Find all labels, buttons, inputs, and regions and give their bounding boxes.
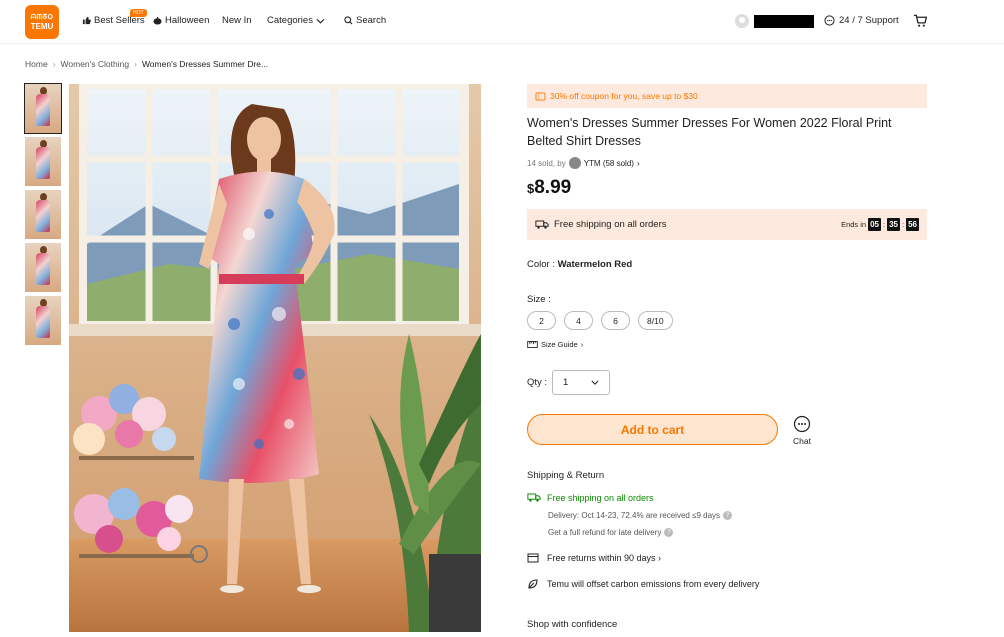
carbon-offset-info: Temu will offset carbon emissions from e…	[527, 578, 759, 590]
logo-text: TEMU	[30, 21, 54, 31]
size-label: Size :	[527, 294, 551, 305]
late-refund-info: Get a full refund for late delivery ?	[548, 528, 674, 537]
product-photo	[69, 84, 481, 632]
size-option-8-10[interactable]: 8/10	[638, 311, 673, 330]
coupon-text: 30% off coupon for you, save up to $30	[550, 91, 698, 101]
thumbnail-3[interactable]	[25, 190, 61, 239]
nav-search[interactable]: Search	[344, 15, 386, 26]
product-title: Women's Dresses Summer Dresses For Women…	[527, 116, 892, 148]
countdown-separator: :	[902, 220, 905, 229]
price-value: 8.99	[534, 177, 572, 198]
countdown-timer: Ends in 05 : 35 : 56	[841, 218, 919, 231]
redacted-username	[754, 15, 814, 28]
support-link[interactable]: 24 / 7 Support	[824, 15, 899, 26]
breadcrumb-current: Women's Dresses Summer Dre...	[141, 59, 269, 69]
chevron-down-icon	[316, 18, 325, 24]
size-options: 2 4 6 8/10	[527, 311, 673, 330]
pumpkin-icon	[153, 16, 162, 25]
breadcrumb: Home › Women's Clothing › Women's Dresse…	[25, 59, 268, 69]
breadcrumb-separator: ›	[134, 59, 137, 69]
nav-label: Search	[356, 15, 387, 26]
nav-label: Halloween	[165, 15, 210, 26]
logo-glyphs: ᗩᗰᘔO	[30, 13, 54, 21]
size-option-6[interactable]: 6	[601, 311, 630, 330]
quantity-select[interactable]: 1	[552, 370, 610, 395]
temu-logo[interactable]: ᗩᗰᘔO TEMU	[25, 5, 59, 39]
color-label: Color :	[527, 259, 558, 270]
thumbs-up-icon	[82, 16, 91, 25]
free-shipping-banner: Free shipping on all orders Ends in 05 :…	[527, 209, 927, 240]
chat-button[interactable]: Chat	[793, 415, 811, 446]
shop-with-confidence-title: Shop with confidence	[527, 619, 618, 630]
truck-icon	[527, 493, 541, 502]
shipping-return-title: Shipping & Return	[527, 470, 605, 481]
countdown-hours: 05	[868, 218, 881, 231]
shipping-banner-text: Free shipping on all orders	[554, 219, 667, 230]
support-label: 24 / 7 Support	[839, 15, 899, 26]
free-returns-link[interactable]: Free returns within 90 days ›	[527, 552, 661, 563]
help-icon[interactable]: ?	[664, 528, 674, 537]
nav-new-in[interactable]: New In	[222, 15, 252, 26]
nav-halloween[interactable]: Halloween	[153, 15, 209, 26]
nav-categories[interactable]: Categories	[267, 15, 325, 26]
color-value: Watermelon Red	[557, 259, 633, 270]
thumbnail-2[interactable]	[25, 137, 61, 186]
breadcrumb-home[interactable]: Home	[25, 59, 48, 69]
thumbnail-1[interactable]	[24, 83, 62, 134]
thumbnail-4[interactable]	[25, 243, 61, 292]
cart-icon[interactable]	[913, 14, 928, 28]
thumbnail-list	[24, 83, 62, 349]
nav-label: Categories	[267, 15, 313, 26]
product-price: $8.99	[527, 177, 571, 199]
chat-bubble-icon	[824, 15, 835, 26]
chevron-down-icon	[591, 380, 599, 385]
coupon-icon	[535, 91, 546, 101]
help-icon[interactable]: ?	[723, 511, 733, 520]
delivery-estimate: Delivery: Oct 14-23, 72.4% are received …	[548, 511, 733, 520]
free-returns-text: Free returns within 90 days ›	[547, 552, 662, 563]
nav-label: New In	[222, 15, 252, 26]
sold-by-line: 14 sold, by YTM (58 sold) ›	[527, 157, 640, 169]
store-chevron-icon: ›	[636, 158, 640, 168]
ends-in-label: Ends in	[841, 220, 867, 229]
sold-count: 14 sold, by	[527, 158, 566, 168]
add-to-cart-button[interactable]: Add to cart	[527, 414, 778, 445]
leaf-icon	[528, 579, 538, 589]
truck-icon	[535, 220, 549, 229]
ruler-icon	[527, 341, 538, 348]
size-guide-link[interactable]: Size Guide ›	[527, 340, 583, 349]
product-main-image[interactable]	[69, 84, 481, 632]
size-guide-label: Size Guide	[541, 340, 578, 349]
countdown-seconds: 56	[906, 218, 919, 231]
color-selection: Color : Watermelon Red	[527, 259, 632, 270]
qty-label: Qty :	[527, 377, 548, 388]
breadcrumb-separator: ›	[52, 59, 56, 69]
avatar[interactable]	[735, 14, 749, 28]
chat-bubble-icon	[793, 415, 811, 433]
delivery-text: Delivery: Oct 14-23, 72.4% are received …	[548, 511, 721, 520]
countdown-separator: :	[883, 220, 886, 229]
free-shipping-info: Free shipping on all orders	[527, 492, 654, 503]
breadcrumb-womens-clothing[interactable]: Women's Clothing	[61, 59, 130, 69]
size-option-4[interactable]: 4	[564, 311, 593, 330]
qty-value: 1	[563, 377, 569, 388]
thumbnail-5[interactable]	[25, 296, 61, 345]
top-header: ᗩᗰᘔO TEMU Best Sellers HOT Halloween New…	[0, 0, 1004, 44]
size-option-2[interactable]: 2	[527, 311, 556, 330]
return-box-icon	[527, 553, 539, 563]
search-icon	[344, 16, 353, 25]
hot-badge: HOT	[130, 9, 147, 17]
store-link[interactable]: YTM (58 sold)	[584, 159, 634, 168]
size-guide-chevron-icon: ›	[580, 340, 584, 349]
carbon-text: Temu will offset carbon emissions from e…	[547, 579, 760, 589]
countdown-minutes: 35	[887, 218, 900, 231]
coupon-banner[interactable]: 30% off coupon for you, save up to $30	[527, 84, 927, 108]
free-shipping-text: Free shipping on all orders	[547, 492, 654, 503]
chat-label: Chat	[793, 436, 811, 446]
store-avatar	[568, 157, 581, 169]
refund-text: Get a full refund for late delivery	[548, 528, 662, 537]
